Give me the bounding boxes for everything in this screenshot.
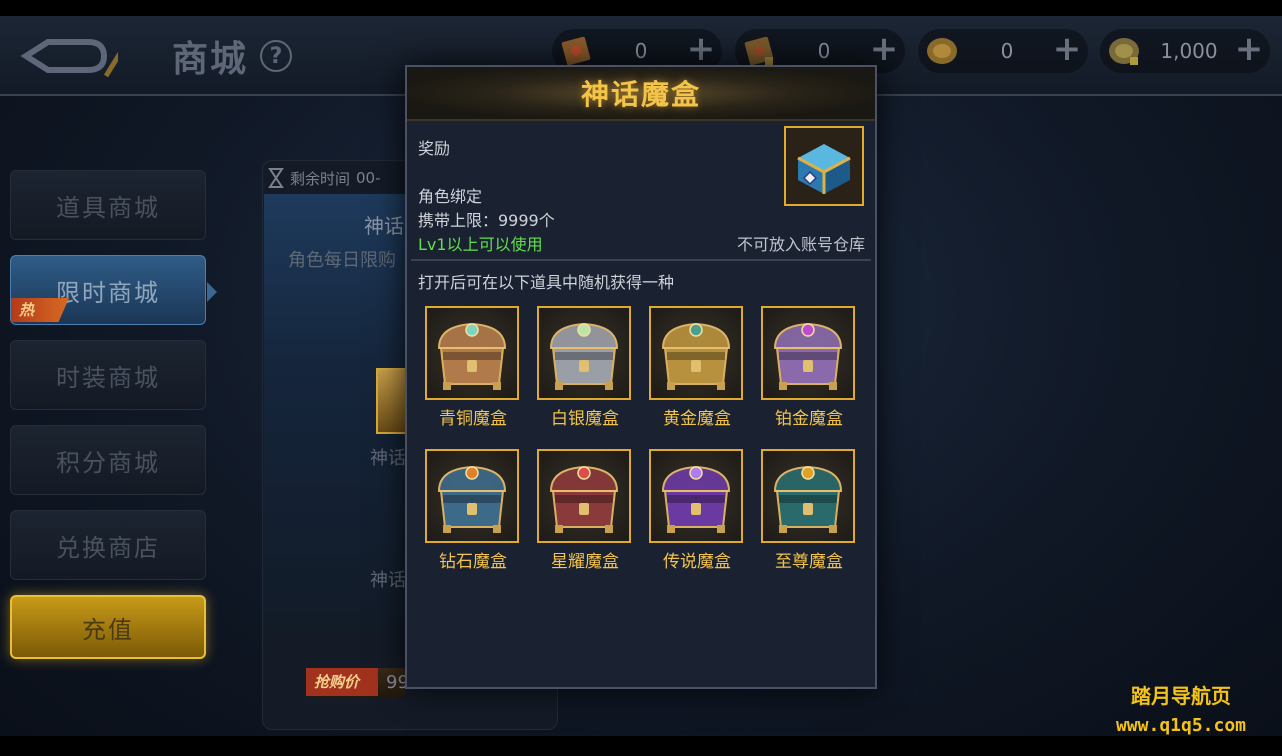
currency-ticket-value: 0 [634, 39, 648, 63]
sidebar-item-limited-shop[interactable]: 限时商城 热 [10, 255, 217, 325]
starlight-box-icon [549, 465, 619, 533]
title-area: 商城 ? [172, 30, 293, 82]
currency-lock-scroll-value: 0 [817, 39, 831, 63]
sidebar-item-fashion-shop[interactable]: 时装商城 [10, 340, 206, 410]
card-item-name-2: 神话 [370, 570, 406, 591]
currency-bound-coin: 1,000 + [1100, 29, 1270, 73]
reward-item-thumbnail[interactable] [784, 126, 864, 206]
box-frame [649, 449, 743, 543]
box-item-starlight[interactable]: 星耀魔盒 [537, 449, 633, 572]
timer-label: 剩余时间 [290, 169, 351, 188]
sidebar-item-label: 兑换商店 [56, 533, 160, 562]
shop-sidebar: 道具商城 限时商城 热 时装商城 积分商城 兑换商店 充值 [10, 170, 217, 674]
box-label: 星耀魔盒 [551, 552, 619, 572]
sidebar-item-label: 限时商城 [56, 278, 160, 307]
currency-gold-value: 0 [1000, 39, 1014, 63]
sidebar-item-item-shop[interactable]: 道具商城 [10, 170, 206, 240]
mythic-box-icon [797, 144, 851, 194]
box-label: 黄金魔盒 [663, 409, 731, 429]
help-icon[interactable]: ? [260, 40, 293, 72]
back-button[interactable] [18, 22, 141, 82]
box-frame [425, 449, 519, 543]
add-gold-button[interactable]: + [1052, 32, 1082, 66]
site-watermark: 踏月导航页 www.q1q5.com [1096, 680, 1266, 736]
currency-gold: 0 + [918, 29, 1088, 73]
modal-title: 神话魔盒 [580, 78, 701, 111]
hot-badge: 热 [11, 298, 69, 322]
item-detail-modal: 神话魔盒 奖励 角色绑定 携带上限：9999个 Lv1以上可以使用 不可放入账号… [405, 65, 877, 689]
recharge-button[interactable]: 充值 [10, 595, 206, 659]
sidebar-item-label: 道具商城 [56, 193, 160, 222]
box-item-silver[interactable]: 白银魔盒 [537, 306, 633, 429]
no-account-storage-text: 不可放入账号仓库 [736, 235, 865, 254]
box-frame [425, 306, 519, 400]
sidebar-item-label: 时装商城 [56, 363, 160, 392]
box-label: 铂金魔盒 [775, 409, 843, 429]
box-frame [761, 306, 855, 400]
modal-header: 神话魔盒 [407, 67, 875, 121]
sidebar-item-exchange-shop[interactable]: 兑换商店 [10, 510, 206, 580]
box-item-diamond[interactable]: 钻石魔盒 [425, 449, 521, 572]
box-frame [761, 449, 855, 543]
add-bound-coin-button[interactable]: + [1234, 32, 1264, 66]
timer-value: 00- [356, 169, 381, 187]
box-label: 青铜魔盒 [439, 409, 507, 429]
silver-box-icon [549, 322, 619, 390]
box-frame [537, 306, 631, 400]
game-shop-screen: 商城 ? 0 + 0 + 0 + 1,000 + 道具商城 限时商城 热 时装商… [0, 0, 1282, 756]
currency-bound-coin-value: 1,000 [1160, 39, 1218, 63]
watermark-url: www.q1q5.com [1115, 715, 1247, 736]
top-letterbox [0, 0, 1282, 16]
platinum-box-icon [773, 322, 843, 390]
gold-box-icon [661, 322, 731, 390]
sidebar-item-label: 积分商城 [56, 448, 160, 477]
box-item-supreme[interactable]: 至尊魔盒 [761, 449, 857, 572]
hourglass-icon [268, 168, 284, 188]
reward-label: 奖励 [418, 139, 451, 158]
back-arrow-icon [20, 22, 141, 78]
box-frame [649, 306, 743, 400]
box-label: 传说魔盒 [663, 552, 731, 572]
active-tab-arrow-icon [207, 282, 217, 302]
bronze-box-icon [437, 322, 507, 390]
watermark-title: 踏月导航页 [1131, 684, 1231, 708]
card-item-thumbnail[interactable] [376, 368, 408, 434]
box-label: 钻石魔盒 [439, 552, 507, 572]
sidebar-item-points-shop[interactable]: 积分商城 [10, 425, 206, 495]
card-item-name: 神话 [370, 448, 406, 469]
diamond-box-icon [437, 465, 507, 533]
random-description: 打开后可在以下道具中随机获得一种 [418, 273, 675, 292]
card-daily-limit: 角色每日限购 [288, 250, 396, 271]
price-tag: 抢购价 [306, 668, 378, 696]
sidebar-item-label: 充值 [82, 615, 134, 644]
card-item-title: 神话 [364, 214, 404, 238]
carry-limit-text: 携带上限：9999个 [418, 211, 555, 230]
box-item-gold[interactable]: 黄金魔盒 [649, 306, 745, 429]
bottom-letterbox [0, 736, 1282, 756]
add-lock-scroll-button[interactable]: + [869, 32, 899, 66]
box-item-bronze[interactable]: 青铜魔盒 [425, 306, 521, 429]
box-item-platinum[interactable]: 铂金魔盒 [761, 306, 857, 429]
box-label: 至尊魔盒 [775, 552, 843, 572]
add-ticket-button[interactable]: + [686, 32, 716, 66]
legend-box-icon [661, 465, 731, 533]
timer-row: 剩余时间 00- [268, 164, 408, 192]
usable-level-text: Lv1以上可以使用 [418, 235, 543, 254]
box-item-legend[interactable]: 传说魔盒 [649, 449, 745, 572]
box-label: 白银魔盒 [551, 409, 619, 429]
box-frame [537, 449, 631, 543]
bound-coin-icon [1109, 38, 1139, 65]
modal-divider [411, 259, 871, 261]
supreme-box-icon [773, 465, 843, 533]
binding-text: 角色绑定 [418, 187, 483, 206]
page-title: 商城 [172, 39, 249, 80]
gold-coin-icon [927, 38, 957, 64]
